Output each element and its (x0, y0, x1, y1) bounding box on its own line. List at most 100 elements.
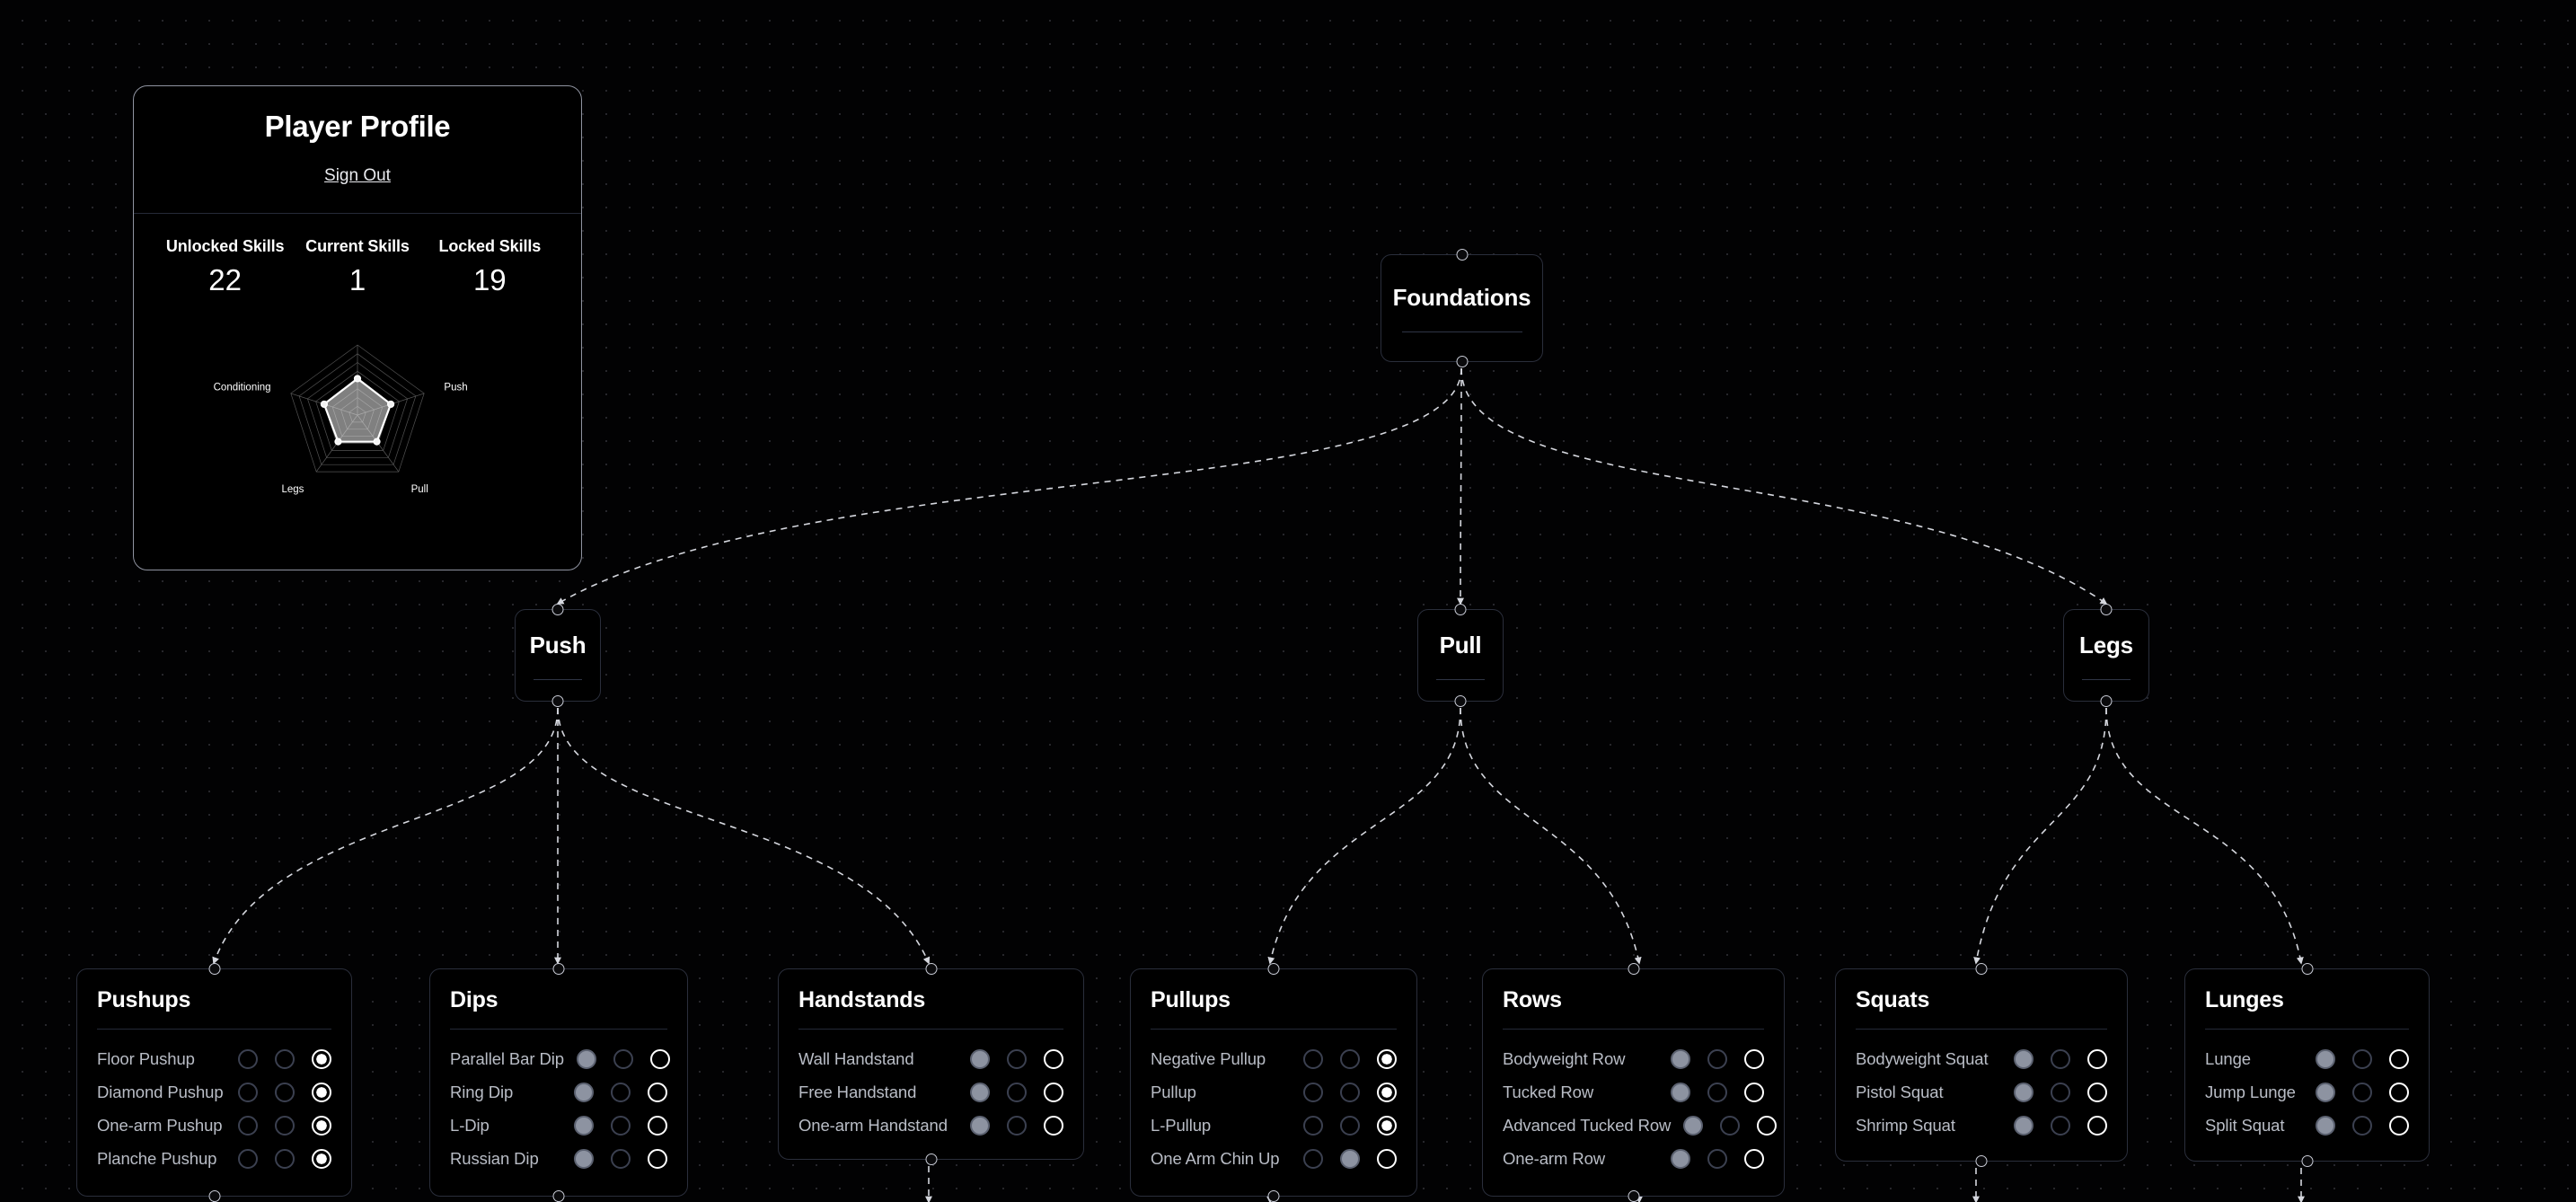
node-pull[interactable]: Pull (1417, 604, 1504, 707)
radio-current[interactable] (1007, 1048, 1027, 1069)
radio-locked[interactable] (1671, 1148, 1690, 1169)
node-pullups[interactable]: Pullups Negative Pullup Pullup L-Pullup One … (1130, 963, 1417, 1202)
radio-unlocked[interactable] (2087, 1115, 2107, 1136)
handle-bottom[interactable] (1975, 1155, 1988, 1167)
radio-locked[interactable] (1303, 1148, 1323, 1169)
radio-unlocked[interactable] (2087, 1048, 2107, 1069)
radio-unlocked[interactable] (312, 1048, 331, 1069)
radio-current[interactable] (2352, 1082, 2372, 1102)
radio-current[interactable] (2051, 1115, 2070, 1136)
handle-bottom[interactable] (208, 1190, 220, 1202)
radio-locked[interactable] (2014, 1048, 2033, 1069)
radio-locked[interactable] (2014, 1115, 2033, 1136)
radio-current[interactable] (611, 1115, 631, 1136)
radio-current[interactable] (1707, 1048, 1727, 1069)
node-squats[interactable]: Squats Bodyweight Squat Pistol Squat Shrimp… (1835, 963, 2128, 1167)
radio-unlocked[interactable] (648, 1148, 667, 1169)
radio-current[interactable] (275, 1048, 295, 1069)
handle-bottom[interactable] (2100, 695, 2113, 707)
radio-current[interactable] (1340, 1048, 1360, 1069)
handle-bottom[interactable] (2301, 1155, 2313, 1167)
radio-current[interactable] (1340, 1148, 1360, 1169)
player-profile-panel[interactable]: Player Profile Sign Out Unlocked Skills … (133, 85, 582, 570)
radio-unlocked[interactable] (1044, 1082, 1063, 1102)
radio-locked[interactable] (238, 1048, 258, 1069)
radio-locked[interactable] (574, 1148, 594, 1169)
radio-locked[interactable] (1671, 1048, 1690, 1069)
radio-current[interactable] (1707, 1148, 1727, 1169)
handle-top[interactable] (2301, 963, 2313, 975)
radio-locked[interactable] (1303, 1115, 1323, 1136)
radio-current[interactable] (2352, 1115, 2372, 1136)
handle-bottom[interactable] (925, 1153, 937, 1165)
radio-unlocked[interactable] (1377, 1148, 1397, 1169)
radio-locked[interactable] (970, 1115, 990, 1136)
radio-unlocked[interactable] (1744, 1148, 1764, 1169)
radio-current[interactable] (275, 1115, 295, 1136)
radio-unlocked[interactable] (649, 1048, 670, 1069)
node-rows[interactable]: Rows Bodyweight Row Tucked Row Advanced Tuc… (1482, 963, 1785, 1202)
handle-top[interactable] (1975, 963, 1988, 975)
radio-unlocked[interactable] (2087, 1082, 2107, 1102)
radio-locked[interactable] (2014, 1082, 2033, 1102)
radio-unlocked[interactable] (2389, 1115, 2409, 1136)
radio-unlocked[interactable] (312, 1115, 331, 1136)
radio-current[interactable] (1007, 1082, 1027, 1102)
handle-bottom[interactable] (1456, 356, 1468, 367)
handle-top[interactable] (551, 604, 564, 615)
radio-locked[interactable] (238, 1082, 258, 1102)
radio-unlocked[interactable] (312, 1082, 331, 1102)
node-legs[interactable]: Legs (2063, 604, 2149, 707)
radio-locked[interactable] (2316, 1048, 2335, 1069)
radio-current[interactable] (275, 1082, 295, 1102)
handle-top[interactable] (925, 963, 937, 975)
radio-locked[interactable] (574, 1115, 594, 1136)
radio-locked[interactable] (2316, 1082, 2335, 1102)
node-pushups[interactable]: Pushups Floor Pushup Diamond Pushup One-arm… (76, 963, 352, 1202)
radio-locked[interactable] (238, 1115, 258, 1136)
radio-unlocked[interactable] (1044, 1115, 1063, 1136)
radio-locked[interactable] (1671, 1082, 1690, 1102)
radio-unlocked[interactable] (1377, 1115, 1397, 1136)
node-lunges[interactable]: Lunges Lunge Jump Lunge Split Squat (2184, 963, 2430, 1167)
handle-top[interactable] (208, 963, 220, 975)
radio-unlocked[interactable] (648, 1115, 667, 1136)
radio-locked[interactable] (238, 1148, 258, 1169)
radio-current[interactable] (1720, 1115, 1741, 1136)
handle-bottom[interactable] (1628, 1190, 1639, 1202)
handle-bottom[interactable] (1454, 695, 1467, 707)
node-foundations[interactable]: Foundations (1381, 249, 1543, 367)
radio-current[interactable] (2352, 1048, 2372, 1069)
radio-current[interactable] (1340, 1115, 1360, 1136)
radio-unlocked[interactable] (1377, 1082, 1397, 1102)
radio-locked[interactable] (1303, 1082, 1323, 1102)
flow-canvas[interactable]: Player Profile Sign Out Unlocked Skills … (0, 0, 2576, 1202)
radio-locked[interactable] (1303, 1048, 1323, 1069)
radio-unlocked[interactable] (648, 1082, 667, 1102)
radio-unlocked[interactable] (2389, 1082, 2409, 1102)
handle-top[interactable] (1267, 963, 1280, 975)
sign-out-button[interactable]: Sign Out (324, 166, 391, 186)
handle-top[interactable] (1628, 963, 1639, 975)
radio-unlocked[interactable] (1044, 1048, 1063, 1069)
handle-top[interactable] (552, 963, 565, 975)
radio-current[interactable] (613, 1048, 633, 1069)
radio-locked[interactable] (970, 1048, 990, 1069)
radio-locked[interactable] (970, 1082, 990, 1102)
handle-top[interactable] (2100, 604, 2113, 615)
radio-current[interactable] (611, 1148, 631, 1169)
radio-unlocked[interactable] (1744, 1048, 1764, 1069)
node-push[interactable]: Push (515, 604, 601, 707)
radio-unlocked[interactable] (2389, 1048, 2409, 1069)
node-dips[interactable]: Dips Parallel Bar Dip Ring Dip L-Dip Russian… (429, 963, 688, 1202)
radio-unlocked[interactable] (312, 1148, 331, 1169)
radio-locked[interactable] (2316, 1115, 2335, 1136)
radio-locked[interactable] (574, 1082, 594, 1102)
radio-current[interactable] (1007, 1115, 1027, 1136)
radio-current[interactable] (1707, 1082, 1727, 1102)
radio-unlocked[interactable] (1757, 1115, 1778, 1136)
radio-locked[interactable] (1683, 1115, 1704, 1136)
handle-top[interactable] (1454, 604, 1467, 615)
node-handstands[interactable]: Handstands Wall Handstand Free Handstand On… (778, 963, 1084, 1165)
radio-locked[interactable] (576, 1048, 596, 1069)
